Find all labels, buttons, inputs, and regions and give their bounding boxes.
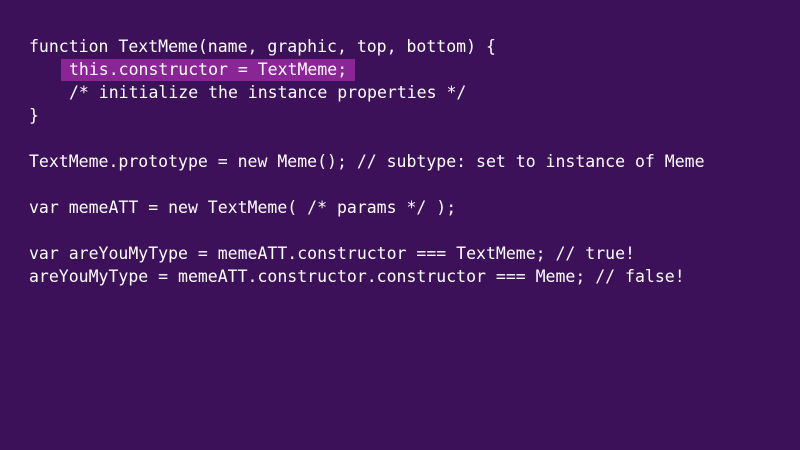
code-line-function-declaration: function TextMeme(name, graphic, top, bo… xyxy=(29,35,705,58)
code-text: areYouMyType = memeATT.constructor.const… xyxy=(29,267,685,286)
code-text: } xyxy=(29,106,39,125)
highlighted-code: this.constructor = TextMeme; xyxy=(61,59,356,81)
code-text: var areYouMyType = memeATT.constructor =… xyxy=(29,244,635,263)
code-text: var memeATT = new TextMeme( /* params */… xyxy=(29,198,457,217)
code-line-prototype-assignment: TextMeme.prototype = new Meme(); // subt… xyxy=(29,150,705,173)
code-text: TextMeme.prototype = new Meme(); // subt… xyxy=(29,152,705,171)
code-line-closing-brace: } xyxy=(29,104,705,127)
code-text: function TextMeme(name, graphic, top, bo… xyxy=(29,37,496,56)
code-line-type-check-false: areYouMyType = memeATT.constructor.const… xyxy=(29,265,705,288)
code-line-instance-creation: var memeATT = new TextMeme( /* params */… xyxy=(29,196,705,219)
code-line-type-check-true: var areYouMyType = memeATT.constructor =… xyxy=(29,242,705,265)
code-text: /* initialize the instance properties */ xyxy=(69,83,467,102)
code-line-comment: /* initialize the instance properties */ xyxy=(29,81,705,104)
code-line-constructor-assignment: this.constructor = TextMeme; xyxy=(29,58,705,81)
code-block: function TextMeme(name, graphic, top, bo… xyxy=(29,35,705,288)
